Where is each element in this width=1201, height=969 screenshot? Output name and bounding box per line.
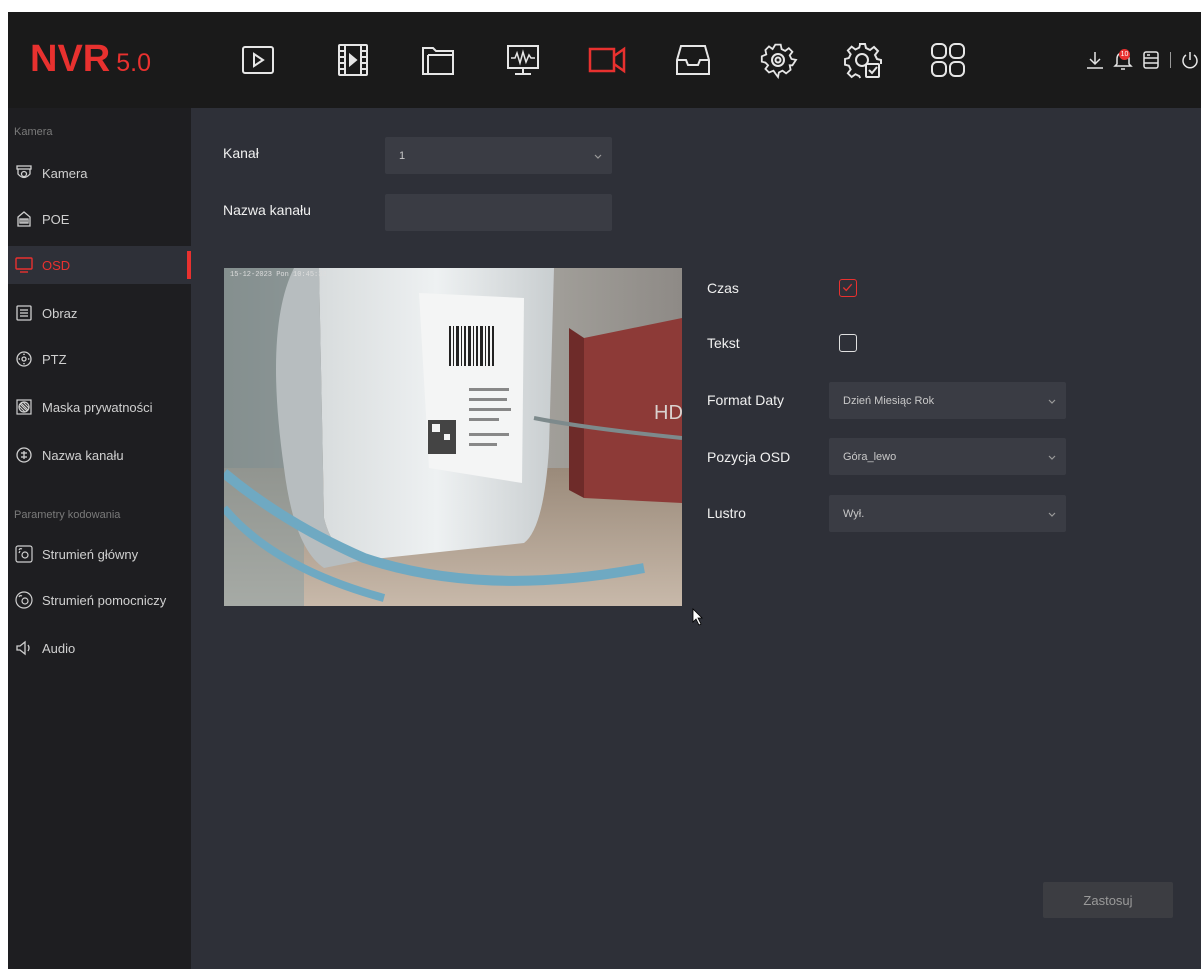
- sidebar-item-maska-prywatnosci[interactable]: Maska prywatności: [8, 388, 191, 426]
- sidebar-item-label: Audio: [42, 640, 76, 656]
- chevron-down-icon: [1048, 512, 1056, 517]
- camera-preview-image: [224, 268, 682, 606]
- toolbar-divider: [1170, 52, 1171, 68]
- apply-button[interactable]: Zastosuj: [1043, 882, 1173, 918]
- alarm-bell-icon[interactable]: 10: [1112, 49, 1134, 71]
- sidebar-item-strumien-pomocniczy[interactable]: Strumień pomocniczy: [8, 581, 191, 619]
- date-format-value: Dzień Miesiąc Rok: [843, 394, 935, 407]
- apps-grid-icon[interactable]: [928, 40, 968, 80]
- sidebar-item-label: PTZ: [42, 351, 67, 367]
- image-adjust-icon: [14, 303, 34, 323]
- channel-label: Kanał: [223, 145, 259, 161]
- top-right-toolbar: 10: [1078, 48, 1201, 72]
- channel-select[interactable]: 1: [385, 137, 612, 174]
- sidebar-item-ptz[interactable]: PTZ: [8, 340, 191, 378]
- channel-name-label: Nazwa kanału: [223, 202, 311, 218]
- sidebar-section-encoding: Parametry kodowania: [14, 509, 121, 521]
- channel-name-input[interactable]: [385, 194, 612, 231]
- sidebar-section-camera: Kamera: [14, 126, 53, 138]
- date-format-select[interactable]: Dzień Miesiąc Rok: [829, 382, 1066, 419]
- channel-select-value: 1: [399, 149, 406, 162]
- sidebar-item-label: Maska prywatności: [42, 399, 153, 415]
- logo: NVR 5.0: [30, 38, 151, 80]
- main-stream-icon: [14, 544, 34, 564]
- storage-icon[interactable]: [1140, 49, 1162, 71]
- logo-version: 5.0: [116, 49, 151, 77]
- power-icon[interactable]: [1179, 49, 1201, 71]
- sidebar-item-poe[interactable]: POE: [8, 200, 191, 238]
- settings-gear-icon[interactable]: [758, 40, 798, 80]
- sidebar-item-label: Strumień główny: [42, 546, 139, 562]
- chevron-down-icon: [1048, 399, 1056, 404]
- privacy-mask-icon: [14, 397, 34, 417]
- sidebar-item-label: Obraz: [42, 305, 78, 321]
- preview-hd-text: HD: [654, 402, 682, 424]
- nvr-app-window: NVR 5.0 10 Kamera Kamera POE OSD Obraz P…: [8, 12, 1201, 969]
- time-label: Czas: [707, 280, 739, 296]
- date-format-label: Format Daty: [707, 392, 785, 408]
- osd-position-label: Pozycja OSD: [707, 449, 791, 465]
- camera-dome-icon: [14, 163, 34, 183]
- monitor-icon: [14, 255, 34, 275]
- checkmark-icon: [842, 283, 853, 292]
- video-clip-icon[interactable]: [333, 40, 373, 80]
- poe-switch-icon: [14, 209, 34, 229]
- tray-icon[interactable]: [673, 40, 713, 80]
- mouse-cursor-icon: [692, 608, 703, 626]
- monitor-icon[interactable]: [503, 40, 543, 80]
- sidebar: Kamera Kamera POE OSD Obraz PTZ Maska pr…: [8, 108, 191, 969]
- ptz-icon: [14, 349, 34, 369]
- sidebar-item-label: POE: [42, 211, 70, 227]
- sidebar-item-nazwa-kanalu[interactable]: Nazwa kanału: [8, 436, 191, 474]
- sidebar-item-label: Nazwa kanału: [42, 447, 124, 463]
- top-navigation-bar: NVR 5.0 10: [8, 12, 1201, 108]
- sidebar-item-osd[interactable]: OSD: [8, 246, 191, 284]
- text-checkbox[interactable]: [839, 334, 857, 352]
- sidebar-item-label: Strumień pomocniczy: [42, 592, 167, 608]
- playback-icon[interactable]: [238, 40, 278, 80]
- sidebar-item-label: OSD: [42, 257, 71, 273]
- channel-name-icon: [14, 445, 34, 465]
- camera-preview: 15-12-2023 Pon 10:45:33 HD: [224, 268, 682, 606]
- logo-brand: NVR: [30, 38, 111, 80]
- osd-timestamp: 15-12-2023 Pon 10:45:33: [230, 271, 327, 279]
- system-settings-icon[interactable]: [843, 40, 883, 80]
- chevron-down-icon: [594, 154, 602, 159]
- notification-badge: 10: [1119, 49, 1130, 60]
- sidebar-item-kamera[interactable]: Kamera: [8, 154, 191, 192]
- mirror-value: Wył.: [843, 507, 865, 520]
- sidebar-item-obraz[interactable]: Obraz: [8, 294, 191, 332]
- sub-stream-icon: [14, 590, 34, 610]
- sidebar-item-audio[interactable]: Audio: [8, 629, 191, 667]
- chevron-down-icon: [1048, 455, 1056, 460]
- mirror-select[interactable]: Wył.: [829, 495, 1066, 532]
- text-label: Tekst: [707, 335, 740, 351]
- sidebar-item-label: Kamera: [42, 165, 88, 181]
- osd-position-value: Góra_lewo: [843, 450, 897, 463]
- download-icon[interactable]: [1084, 49, 1106, 71]
- osd-position-select[interactable]: Góra_lewo: [829, 438, 1066, 475]
- folder-icon[interactable]: [418, 40, 458, 80]
- time-checkbox[interactable]: [839, 279, 857, 297]
- camera-icon[interactable]: [588, 40, 628, 80]
- mirror-label: Lustro: [707, 505, 746, 521]
- speaker-icon: [14, 638, 34, 658]
- sidebar-item-strumien-glowny[interactable]: Strumień główny: [8, 535, 191, 573]
